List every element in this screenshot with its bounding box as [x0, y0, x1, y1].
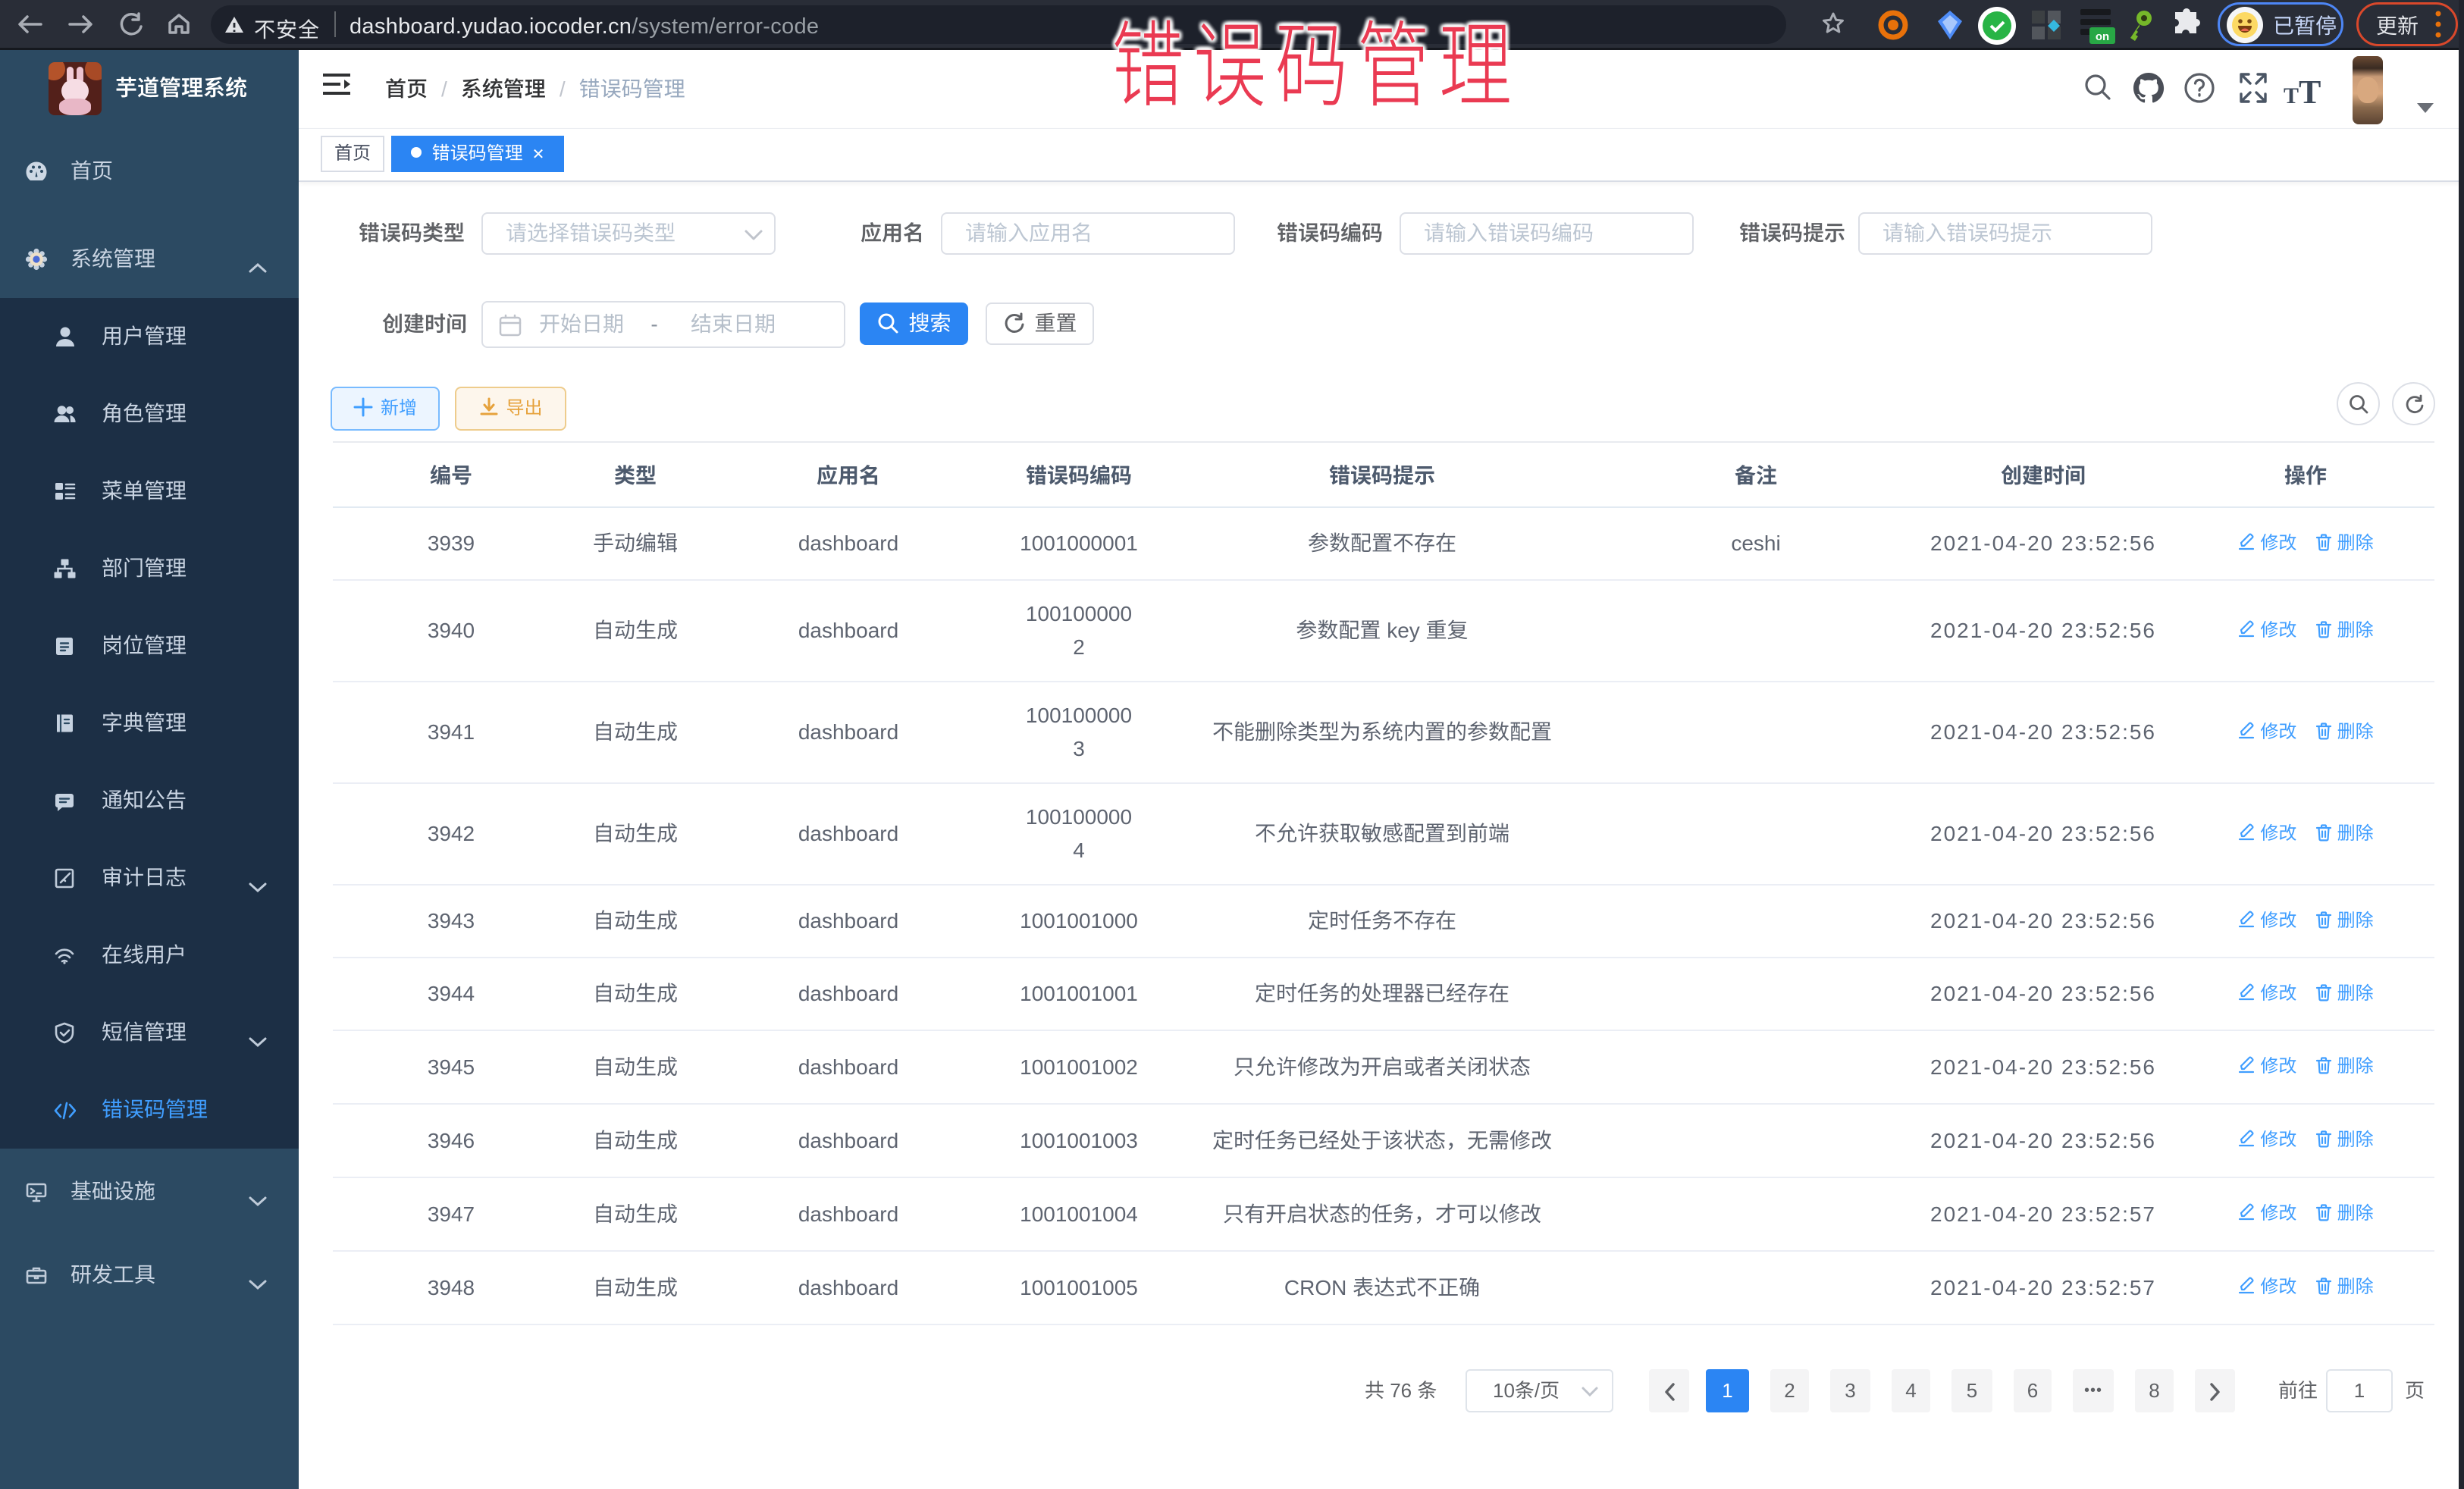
svg-text:on: on — [2096, 30, 2109, 43]
